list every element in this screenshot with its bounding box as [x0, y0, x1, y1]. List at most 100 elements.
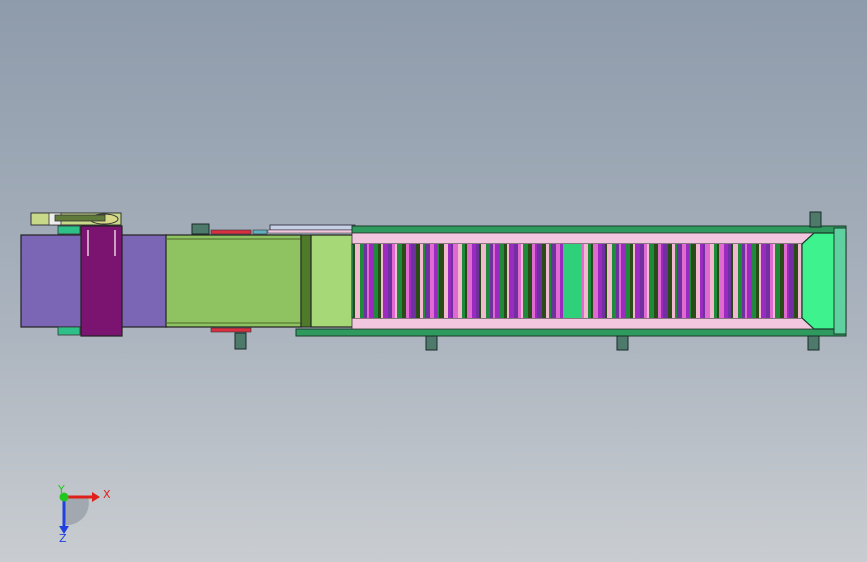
chain-slat [780, 244, 784, 318]
chain-slat [733, 244, 738, 318]
chain-slat [383, 244, 388, 318]
chain-slat [700, 244, 703, 318]
chain-slat [731, 244, 733, 318]
chain-slat [689, 244, 691, 318]
chain-slat [591, 244, 593, 318]
chain-slat [584, 244, 588, 318]
chain-slat [528, 244, 532, 318]
chain-slat [507, 244, 509, 318]
center-slat-block [563, 244, 581, 318]
chain-slat [364, 244, 367, 318]
chain-slat [490, 244, 493, 318]
end-cap [833, 227, 847, 335]
chain-slat [789, 244, 794, 318]
chain-slat [682, 244, 686, 318]
chain-slat [705, 244, 710, 318]
chain-slat [756, 244, 759, 318]
red-guide-top [210, 229, 252, 235]
chain-slat [621, 244, 626, 318]
y-axis-label: Y [57, 483, 65, 496]
chain-slat [430, 244, 434, 318]
chain-slat [703, 244, 705, 318]
chain-slat [518, 244, 521, 318]
chain-slat [549, 244, 551, 318]
chain-slat [612, 244, 616, 318]
chain-slat [381, 244, 383, 318]
chain-slat [514, 244, 518, 318]
chain-slat [677, 244, 682, 318]
chain-slat [640, 244, 644, 318]
chain-slat [551, 244, 556, 318]
bearing-top [57, 225, 81, 235]
pink-guard-top [351, 232, 815, 245]
chain-slat [675, 244, 677, 318]
leg-top-1 [191, 223, 210, 235]
chain-slat [462, 244, 465, 318]
chain-slat [532, 244, 535, 318]
chain-slat [523, 244, 528, 318]
leg-bottom-2 [425, 335, 438, 351]
chain-slat [374, 244, 378, 318]
chain-slat [465, 244, 467, 318]
red-guide-bottom [210, 327, 252, 333]
chain-slat [761, 244, 766, 318]
chain-slat [787, 244, 789, 318]
chain-slat [742, 244, 745, 318]
chain-slat [714, 244, 717, 318]
blue-guide-top [252, 229, 268, 235]
chain-slat [439, 244, 444, 318]
frame-top-rail [351, 225, 847, 234]
chain-slat [472, 244, 476, 318]
chain-slat [607, 244, 612, 318]
chain-slat [686, 244, 689, 318]
chain-slat [766, 244, 770, 318]
chain-slat [794, 244, 798, 318]
chain-slat [369, 244, 374, 318]
chain-slat [406, 244, 409, 318]
chain-slat [493, 244, 495, 318]
chain-slat [759, 244, 761, 318]
chain-slat [378, 244, 381, 318]
chain-slat [784, 244, 787, 318]
chain-slat [509, 244, 514, 318]
chain-slat [668, 244, 672, 318]
chain-slat [696, 244, 700, 318]
chain-slat [481, 244, 486, 318]
feed-end-band [300, 234, 312, 328]
chain-slat [392, 244, 395, 318]
chain-slat [409, 244, 411, 318]
chain-slat [598, 244, 602, 318]
chain-slat [467, 244, 472, 318]
chain-slat [546, 244, 549, 318]
chain-slat [423, 244, 425, 318]
chain-slat [605, 244, 607, 318]
drive-unit[interactable] [20, 212, 168, 337]
chain-slat [775, 244, 780, 318]
chain-slat [798, 244, 801, 318]
leg-bottom-3 [616, 335, 629, 351]
x-axis-arrow [92, 492, 100, 502]
frame-bottom-rail [295, 328, 847, 337]
chain-slat [654, 244, 658, 318]
triad-shadow [64, 497, 89, 526]
chain-slat [448, 244, 451, 318]
chain-slat [663, 244, 668, 318]
chain-slat [560, 244, 563, 318]
chain-slat [661, 244, 663, 318]
chain-slat [388, 244, 392, 318]
chain-slat [444, 244, 448, 318]
chain-slat [425, 244, 430, 318]
pink-guard-bottom [351, 317, 815, 330]
chain-slat [500, 244, 504, 318]
chain-slat [486, 244, 490, 318]
leg-bottom-1 [234, 332, 247, 350]
conveyor-frame[interactable] [295, 225, 847, 337]
feed-plate [165, 234, 302, 328]
chain-slat [616, 244, 619, 318]
cad-viewport[interactable]: X Y Z [0, 0, 867, 562]
chain-slat [644, 244, 647, 318]
chain-slat [402, 244, 406, 318]
feed-section[interactable] [165, 224, 356, 333]
chain-slat [593, 244, 598, 318]
chain-slat [504, 244, 507, 318]
